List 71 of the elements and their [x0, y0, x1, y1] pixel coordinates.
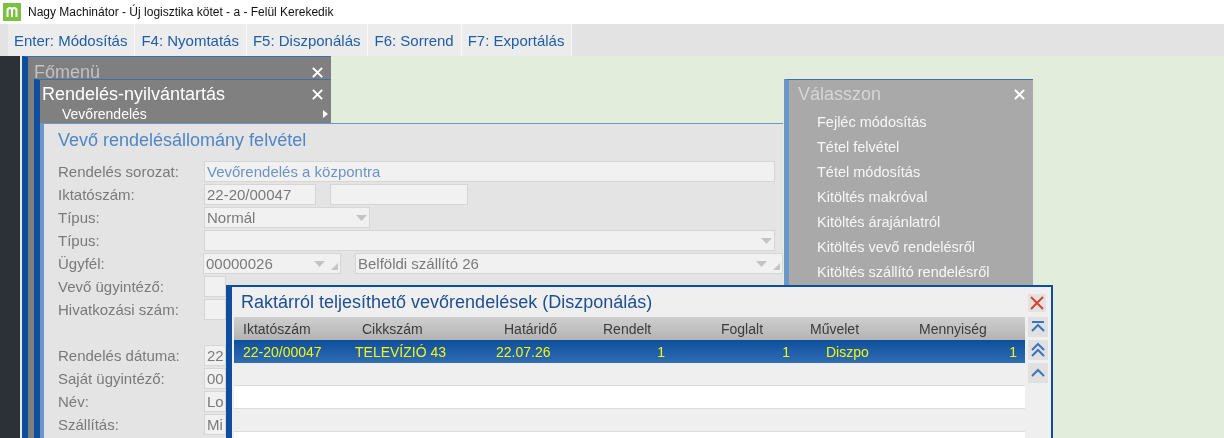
- scroll-to-top-icon[interactable]: [1028, 317, 1048, 337]
- window-title: Nagy Machinátor - Új logisztika kötet - a - Felül Kerekedik: [28, 5, 334, 19]
- field-label: Rendelés dátuma:: [58, 347, 181, 364]
- dropdown-arrow-icon[interactable]: [756, 260, 767, 267]
- column-header[interactable]: Cikkszám: [355, 320, 495, 337]
- table-cell-text: TELEVÍZIÓ 43: [355, 343, 448, 360]
- input-field[interactable]: Lo: [204, 391, 226, 412]
- table-cell-text: 22.07.26: [495, 343, 552, 360]
- field-label: Iktatószám:: [58, 186, 136, 203]
- menu-item[interactable]: Kitöltés árajánlatról: [789, 210, 1033, 235]
- column-header[interactable]: Művelet: [796, 320, 900, 337]
- window-title: Vevő rendelésállomány felvétel: [57, 129, 308, 152]
- input-field[interactable]: 22-20/00047: [204, 184, 316, 205]
- field-label: Szállítás:: [58, 416, 120, 433]
- input-field[interactable]: Vevőrendelés a központra: [204, 161, 775, 182]
- close-icon[interactable]: [311, 65, 324, 79]
- input-field[interactable]: [204, 276, 226, 297]
- field-label: Ügyfél:: [58, 255, 106, 272]
- chevron-up-icon[interactable]: [1028, 363, 1048, 383]
- close-button[interactable]: [1028, 293, 1046, 312]
- menu-item[interactable]: Vevőrendelés: [40, 106, 331, 122]
- dropdown-arrow-icon[interactable]: [761, 237, 772, 244]
- field-label: Név:: [58, 393, 90, 410]
- field-label: Típus:: [58, 209, 101, 226]
- table-cell-text: 22-20/00047: [242, 343, 323, 360]
- close-icon[interactable]: [1013, 87, 1026, 101]
- table-cell-text: 1: [1008, 343, 1018, 360]
- field-label: Hivatkozási szám:: [58, 301, 180, 318]
- menu-item[interactable]: Kitöltés makróval: [789, 185, 1033, 210]
- menu-item[interactable]: Kitöltés szállító rendelésről: [789, 260, 1033, 285]
- resize-grip-icon: [773, 263, 780, 270]
- input-field[interactable]: [204, 299, 226, 320]
- resize-grip-icon: [331, 263, 338, 270]
- menu-item[interactable]: Tétel felvétel: [789, 135, 1033, 160]
- dropdown-field[interactable]: 00000026: [203, 253, 341, 274]
- window-title: Raktárról teljesíthető vevőrendelések (Diszponálás): [241, 291, 653, 313]
- toolbar-button[interactable]: F4: Nyomtatás: [135, 24, 247, 56]
- field-label: Saját ügyintéző:: [58, 370, 166, 387]
- dropdown-arrow-icon[interactable]: [356, 214, 367, 221]
- dropdown-arrow-icon[interactable]: [314, 260, 325, 267]
- dropdown-field[interactable]: Normál: [204, 207, 370, 228]
- toolbar-button[interactable]: F5: Diszponálás: [246, 24, 369, 56]
- dropdown-field[interactable]: [204, 230, 775, 251]
- toolbar-button[interactable]: F6: Sorrend: [368, 24, 462, 56]
- column-header[interactable]: Iktatószám: [234, 320, 355, 337]
- input-field[interactable]: [330, 184, 468, 205]
- menu-item[interactable]: Tétel módosítás: [789, 160, 1033, 185]
- table-cell-text: 1: [781, 343, 791, 360]
- table-row[interactable]: 22-20/00047 TELEVÍZIÓ 43 22.07.26 1 1 Diszpo 1: [234, 340, 1025, 363]
- app-logo-icon: [3, 3, 21, 21]
- table-cell-text: 1: [656, 343, 666, 360]
- column-header[interactable]: Rendelt: [599, 320, 671, 337]
- toolbar-button[interactable]: Enter: Módosítás: [8, 24, 136, 56]
- window-title: Rendelés-nyilvántartás: [42, 83, 226, 105]
- close-icon[interactable]: [311, 87, 324, 101]
- input-field[interactable]: Mi: [204, 414, 226, 435]
- menu-item[interactable]: Kitöltés vevő rendelésről: [789, 235, 1033, 260]
- column-header[interactable]: Foglalt: [671, 320, 796, 337]
- toolbar-button[interactable]: F7: Exportálás: [461, 24, 573, 56]
- field-label: Típus:: [58, 232, 101, 249]
- field-label: Rendelés sorozat:: [58, 163, 180, 180]
- input-field[interactable]: 00: [204, 368, 226, 389]
- table-cell-text: Diszpo: [825, 343, 870, 360]
- input-field[interactable]: 22: [204, 345, 226, 366]
- field-label: Vevő ügyintéző:: [58, 278, 165, 295]
- dropdown-field[interactable]: Belföldi szállító 26: [355, 253, 783, 274]
- double-chevron-up-icon[interactable]: [1028, 340, 1048, 360]
- menu-item[interactable]: Fejléc módosítás: [789, 110, 1033, 135]
- column-header[interactable]: Határidő: [495, 320, 599, 337]
- window-title: Főmenü: [34, 61, 101, 83]
- column-header[interactable]: Mennyiség: [900, 320, 1025, 337]
